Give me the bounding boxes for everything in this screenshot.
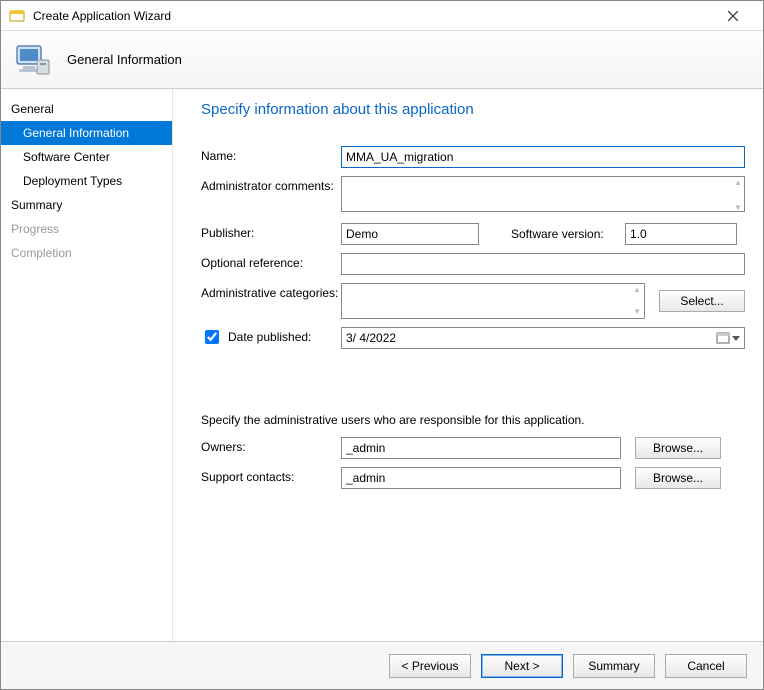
label-owners: Owners:: [201, 437, 341, 454]
browse-owners-button[interactable]: Browse...: [635, 437, 721, 459]
calendar-icon: [716, 331, 730, 345]
page-heading: Specify information about this applicati…: [201, 101, 745, 118]
sidebar-item-summary[interactable]: Summary: [1, 193, 172, 217]
chevron-down-icon: [732, 334, 740, 342]
sidebar-item-general-information[interactable]: General Information: [1, 121, 172, 145]
app-icon: [9, 8, 25, 24]
computer-icon: [13, 40, 53, 80]
sidebar-item-progress: Progress: [1, 217, 172, 241]
label-optional-reference: Optional reference:: [201, 253, 341, 270]
date-published-input[interactable]: 3/ 4/2022: [341, 327, 745, 349]
scroll-up-icon: ▲: [632, 286, 642, 294]
next-button[interactable]: Next >: [481, 654, 563, 678]
main-panel: Specify information about this applicati…: [173, 89, 763, 641]
label-name: Name:: [201, 146, 341, 163]
support-contacts-input[interactable]: [341, 467, 621, 489]
label-date-published: Date published:: [228, 330, 311, 344]
browse-support-contacts-button[interactable]: Browse...: [635, 467, 721, 489]
sidebar-item-deployment-types[interactable]: Deployment Types: [1, 169, 172, 193]
previous-button[interactable]: < Previous: [389, 654, 471, 678]
label-software-version: Software version:: [511, 227, 617, 241]
label-publisher: Publisher:: [201, 223, 341, 240]
date-published-value: 3/ 4/2022: [346, 331, 396, 345]
cancel-button[interactable]: Cancel: [665, 654, 747, 678]
sidebar-item-software-center[interactable]: Software Center: [1, 145, 172, 169]
body: GeneralGeneral InformationSoftware Cente…: [1, 89, 763, 641]
window-title: Create Application Wizard: [33, 9, 711, 23]
sidebar-item-general[interactable]: General: [1, 97, 172, 121]
titlebar: Create Application Wizard: [1, 1, 763, 31]
summary-button[interactable]: Summary: [573, 654, 655, 678]
banner: General Information: [1, 31, 763, 89]
sidebar: GeneralGeneral InformationSoftware Cente…: [1, 89, 173, 641]
date-published-checkbox[interactable]: [205, 330, 219, 344]
wizard-window: Create Application Wizard General Inform…: [0, 0, 764, 690]
admin-comments-input[interactable]: [341, 176, 745, 212]
owners-input[interactable]: [341, 437, 621, 459]
close-button[interactable]: [711, 2, 755, 30]
admin-categories-box[interactable]: ▲▼: [341, 283, 645, 319]
label-admin-comments: Administrator comments:: [201, 176, 341, 193]
label-support-contacts: Support contacts:: [201, 467, 341, 484]
close-icon: [728, 11, 738, 21]
section-responsible-text: Specify the administrative users who are…: [201, 413, 745, 427]
sidebar-item-completion: Completion: [1, 241, 172, 265]
label-admin-categories: Administrative categories:: [201, 283, 341, 300]
banner-title: General Information: [67, 52, 182, 67]
scroll-down-icon: ▼: [632, 308, 642, 316]
optional-reference-input[interactable]: [341, 253, 745, 275]
select-categories-button[interactable]: Select...: [659, 290, 745, 312]
name-input[interactable]: [341, 146, 745, 168]
software-version-input[interactable]: [625, 223, 737, 245]
publisher-input[interactable]: [341, 223, 479, 245]
footer: < Previous Next > Summary Cancel: [1, 641, 763, 689]
